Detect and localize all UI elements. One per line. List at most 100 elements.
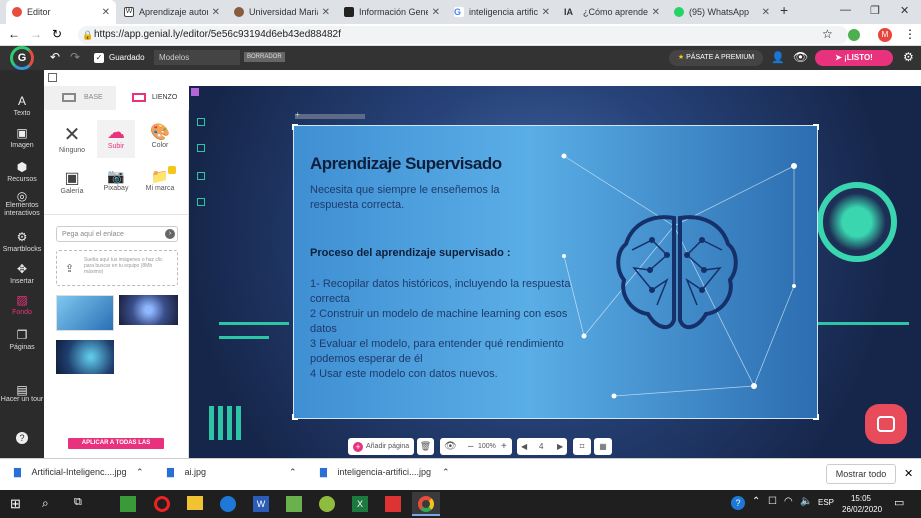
slide-intro[interactable]: Necesita que siempre le enseñemos la res… [310,183,520,213]
add-page-button[interactable]: + Añadir página [348,438,414,455]
tab-informacion[interactable]: Información Gene ✕ [338,0,446,24]
file-explorer-icon[interactable] [187,496,203,510]
close-tab-icon[interactable]: ✕ [762,7,770,18]
grid-view-icon[interactable]: ▦ [594,438,612,455]
volume-icon[interactable]: 🔈 [800,496,812,507]
excel-icon[interactable]: X [352,496,368,512]
tab-lienzo[interactable]: LIENZO [116,86,189,110]
pdf-reader-icon[interactable] [385,496,401,512]
minimize-icon[interactable]: — [840,4,851,16]
windows-start-icon[interactable]: ⊞ [10,496,21,512]
sidebar-item-paginas[interactable]: ❐ Páginas [0,328,44,351]
preview-eye-icon[interactable]: 👁 [793,50,808,64]
tab-base[interactable]: BASE [44,86,116,110]
download-item[interactable]: ▇ Artificial-Inteligenc....jpg ⌃ [14,467,149,478]
tab-editor[interactable]: Editor ✕ [6,0,116,24]
task-view-icon[interactable]: ⧉ [74,496,82,509]
option-ninguno[interactable]: ✕ Ninguno [54,122,90,154]
edge-icon[interactable] [220,496,236,512]
extension-icon[interactable] [848,29,860,41]
close-window-icon[interactable]: ✕ [900,4,909,17]
sidebar-item-recursos[interactable]: ⬢ Recursos [0,160,44,183]
close-tab-icon[interactable]: ✕ [652,7,660,18]
preview-eye-icon[interactable]: 👁 [444,438,457,455]
ready-button[interactable]: ➤ ¡LISTO! [815,50,893,66]
option-mi-marca[interactable]: 📁 Mi marca [142,166,178,192]
option-galeria[interactable]: ▣ Galería [54,168,90,195]
sidebar-item-fondo[interactable]: ▨ Fondo [0,293,44,316]
slide-canvas[interactable]: Aprendizaje Supervisado Necesita que sie… [292,124,819,420]
close-tab-icon[interactable]: ✕ [212,7,220,18]
genially-logo-icon[interactable]: G [10,46,34,70]
selection-corner[interactable] [292,414,298,420]
zoom-in-icon[interactable]: + [501,438,507,455]
wifi-icon[interactable]: ◠ [784,496,793,507]
app-icon[interactable] [120,496,136,512]
selection-corner[interactable] [813,124,819,130]
download-item[interactable]: ▇ inteligencia-artifici....jpg ⌃ [320,467,455,478]
app-icon[interactable] [319,496,335,512]
show-all-downloads-button[interactable]: Mostrar todo [826,464,896,484]
tab-aprendizaje[interactable]: W Aprendizaje autom ✕ [118,0,226,24]
chevron-up-icon[interactable]: ⌃ [136,467,144,478]
process-steps[interactable]: 1- Recopilar datos históricos, incluyend… [310,277,580,382]
tab-universidad[interactable]: Universidad Maria ✕ [228,0,336,24]
network-icon[interactable]: ☐ [768,496,777,507]
background-thumbnail[interactable] [56,295,114,331]
chat-support-button[interactable] [865,404,907,444]
link-input[interactable]: Pega aquí el enlace › [56,226,178,242]
tab-como-aprende[interactable]: IA ¿Cómo aprende la✕ [558,0,666,24]
reload-icon[interactable]: ↻ [52,27,62,41]
download-item[interactable]: ▇ ai.jpg ⌃ [167,467,302,478]
search-icon[interactable]: ⌕ [42,496,49,511]
sidebar-item-imagen[interactable]: ▣ Imagen [0,126,44,149]
process-heading[interactable]: Proceso del aprendizaje supervisado : [310,247,511,259]
redo-icon[interactable]: ↷ [70,50,80,64]
background-thumbnail[interactable] [56,340,114,374]
selection-corner[interactable] [292,124,298,130]
close-tab-icon[interactable]: ✕ [432,7,440,18]
close-tab-icon[interactable]: ✕ [102,7,110,18]
sidebar-item-tour[interactable]: ▤ Hacer un tour [0,384,44,404]
app-icon[interactable] [286,496,302,512]
crop-icon[interactable]: ⌗ [573,438,591,455]
profile-avatar[interactable]: M [878,28,892,42]
premium-button[interactable]: ★ PÁSATE A PREMIUM [669,50,763,66]
slide-title[interactable]: Aprendizaje Supervisado [310,154,502,174]
option-pixabay[interactable]: 📷 Pixabay [97,168,135,192]
option-color[interactable]: 🎨 Color [142,122,178,149]
prev-page-icon[interactable]: ◀ [521,438,527,455]
close-downloads-icon[interactable]: ✕ [904,467,913,480]
background-thumbnail[interactable] [119,295,178,325]
apply-all-pages-button[interactable]: APLICAR A TODAS LAS PÁGINAS [68,438,164,457]
chevron-up-icon[interactable]: ⌃ [289,467,297,478]
chevron-up-icon[interactable]: ⌃ [752,496,760,507]
undo-icon[interactable]: ↶ [50,50,60,64]
tab-whatsapp[interactable]: (95) WhatsApp ✕ [668,0,776,24]
new-tab-button[interactable]: + [780,2,788,18]
tab-inteligencia[interactable]: G inteligencia artific ✕ [448,0,556,24]
add-element-icon[interactable]: + [295,110,300,119]
sidebar-item-smartblocks[interactable]: ⚙ Smartblocks [0,230,44,253]
upload-dropzone[interactable]: ⇪ Suelta aquí tus imágenes o haz clic pa… [56,250,178,286]
language-indicator[interactable]: ESP [818,498,834,507]
panel-toggle-icon[interactable] [48,73,57,82]
help-tray-icon[interactable]: ? [731,496,745,510]
bookmark-star-icon[interactable]: ☆ [822,27,833,41]
menu-kebab-icon[interactable]: ⋮ [904,27,916,41]
zoom-out-icon[interactable]: – [468,438,474,455]
chrome-taskbar-button[interactable] [412,492,440,516]
opera-icon[interactable] [154,496,170,512]
maximize-icon[interactable]: ❐ [870,4,880,17]
close-tab-icon[interactable]: ✕ [542,7,550,18]
clock[interactable]: 15:05 26/02/2020 [842,493,882,515]
sidebar-item-elementos[interactable]: ◎ Elementos interactivos [0,190,44,218]
notifications-icon[interactable]: ▭ [894,496,904,509]
option-subir[interactable]: ☁ Subir [97,120,135,158]
settings-gear-icon[interactable]: ⚙ [903,50,914,64]
word-icon[interactable]: W [253,496,269,512]
sidebar-item-texto[interactable]: A Texto [0,94,44,117]
sidebar-item-insertar[interactable]: ✥ Insertar [0,262,44,285]
submit-arrow-icon[interactable]: › [165,229,175,239]
url-field[interactable]: 🔒 https://app.genial.ly/editor/5e56c9319… [78,26,848,44]
